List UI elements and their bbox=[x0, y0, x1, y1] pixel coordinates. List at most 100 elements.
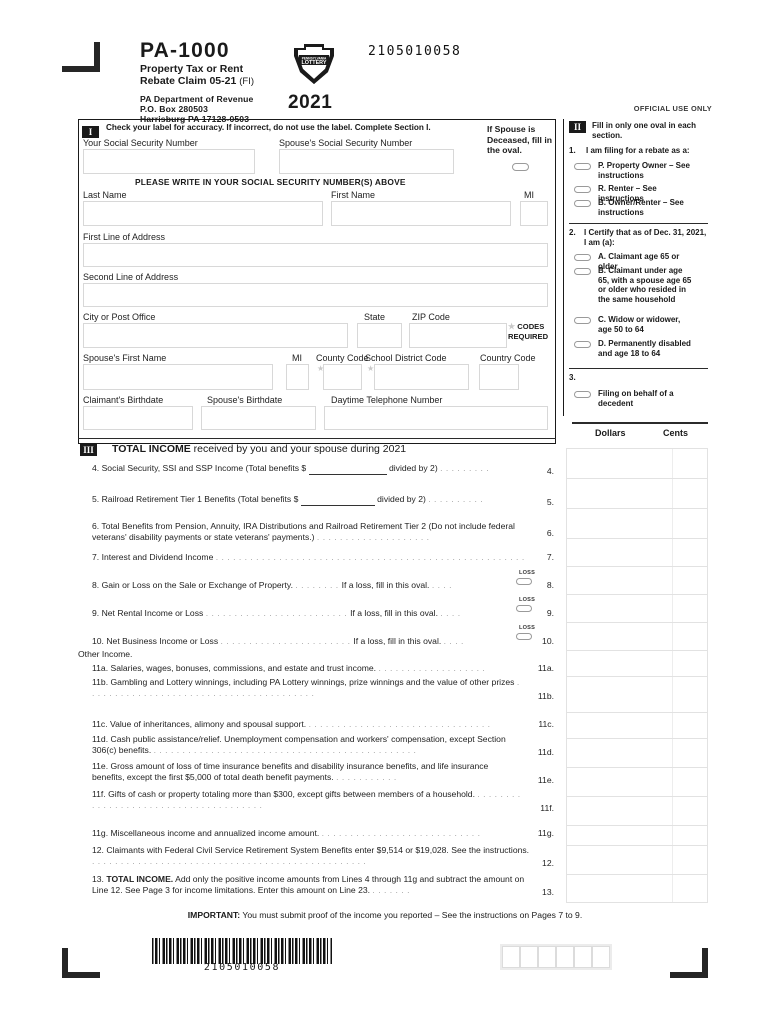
input-claimant-birthdate[interactable] bbox=[83, 406, 193, 430]
input-first-name[interactable] bbox=[331, 201, 511, 226]
oval-property-owner[interactable] bbox=[574, 162, 591, 170]
official-use-box[interactable] bbox=[574, 946, 592, 968]
input-spouse-ssn[interactable] bbox=[279, 149, 454, 174]
line-5-text2: divided by 2) bbox=[377, 494, 426, 504]
section-2-divider-1 bbox=[569, 223, 708, 225]
line-8-loss-label: LOSS bbox=[519, 570, 536, 576]
amount-box-line-7[interactable] bbox=[566, 538, 708, 566]
line-10-leader-a: . . . . . . . . . . . . . . . . . . . . … bbox=[220, 636, 354, 646]
line-11d-number: 11d. bbox=[92, 734, 109, 744]
column-header-cents: Cents bbox=[663, 428, 689, 438]
oval-age-65-or-older[interactable] bbox=[574, 253, 591, 261]
line-item-11e: 11e. Gross amount of loss of time insura… bbox=[92, 761, 522, 784]
amount-box-line-11c[interactable] bbox=[566, 712, 708, 738]
form-page: PA-1000 Property Tax or Rent Rebate Clai… bbox=[0, 0, 770, 1024]
line-item-11a: 11a. Salaries, wages, bonuses, commissio… bbox=[92, 663, 522, 674]
amount-box-line-13[interactable] bbox=[566, 874, 708, 903]
oval-under-65-with-spouse[interactable] bbox=[574, 267, 591, 275]
oval-renter[interactable] bbox=[574, 185, 591, 193]
spouse-deceased-oval[interactable] bbox=[511, 163, 529, 171]
line-4-blank-input[interactable] bbox=[308, 463, 387, 476]
input-zip[interactable] bbox=[409, 323, 507, 348]
line-11e-number: 11e. bbox=[92, 761, 109, 771]
section-1-tag: I bbox=[82, 126, 99, 138]
line-9-loss-label: LOSS bbox=[519, 597, 536, 603]
label-spouse-birthdate: Spouse's Birthdate bbox=[207, 395, 283, 405]
official-use-box[interactable] bbox=[592, 946, 610, 968]
oval-filing-for-decedent[interactable] bbox=[574, 390, 591, 398]
amount-box-line-11b[interactable] bbox=[566, 676, 708, 712]
input-city[interactable] bbox=[83, 323, 348, 348]
line-10-loss-label: LOSS bbox=[519, 625, 536, 631]
input-mi[interactable] bbox=[520, 201, 548, 226]
line-4-number: 4. bbox=[92, 463, 100, 473]
input-state[interactable] bbox=[357, 323, 402, 348]
line-11d-leader: . . . . . . . . . . . . . . . . . . . . … bbox=[153, 745, 417, 756]
section-1-taxpayer-info: I Check your label for accuracy. If inco… bbox=[78, 119, 556, 444]
line-item-8: 8. Gain or Loss on the Sale or Exchange … bbox=[92, 580, 522, 591]
line-11g-text: Miscellaneous income and annualized inco… bbox=[110, 828, 320, 838]
line-8-text: Gain or Loss on the Sale or Exchange of … bbox=[101, 580, 293, 590]
line-9-leader-b: . . . . bbox=[440, 608, 461, 618]
input-address-line-2[interactable] bbox=[83, 283, 548, 307]
line-13-right-number: 13. bbox=[542, 887, 554, 897]
line-11b-right-number: 11b. bbox=[537, 691, 554, 701]
line-12-number: 12. bbox=[92, 845, 104, 855]
line-5-text: Railroad Retirement Tier 1 Benefits (Tot… bbox=[101, 494, 299, 504]
input-county-code[interactable] bbox=[323, 364, 362, 390]
input-your-ssn[interactable] bbox=[83, 149, 255, 174]
line-11a-right-number: 11a. bbox=[537, 663, 554, 673]
label-spouse-first-name: Spouse's First Name bbox=[83, 353, 167, 363]
amount-box-line-10[interactable] bbox=[566, 622, 708, 650]
official-use-box[interactable] bbox=[556, 946, 574, 968]
amount-box-line-11d[interactable] bbox=[566, 738, 708, 767]
amount-box-line-11f[interactable] bbox=[566, 796, 708, 825]
amount-box-line-9[interactable] bbox=[566, 594, 708, 622]
section-2-tag: II bbox=[569, 121, 586, 133]
codes-required-line2: REQUIRED bbox=[508, 331, 549, 341]
column-header-dollars: Dollars bbox=[595, 428, 626, 438]
amount-box-line-5[interactable] bbox=[566, 478, 708, 508]
amount-box-line-11a[interactable] bbox=[566, 650, 708, 676]
input-spouse-first-name[interactable] bbox=[83, 364, 273, 390]
oval-permanently-disabled[interactable] bbox=[574, 340, 591, 348]
input-address-line-1[interactable] bbox=[83, 243, 548, 267]
line-11b-number: 11b. bbox=[92, 677, 109, 687]
svg-text:LOTTERY: LOTTERY bbox=[302, 60, 327, 66]
option-owner-renter-label: B. Owner/Renter – See instructions bbox=[598, 198, 684, 217]
label-county-code: County Code bbox=[316, 353, 369, 363]
section-1-header: I Check your label for accuracy. If inco… bbox=[82, 122, 552, 138]
label-spouse-mi: MI bbox=[292, 353, 302, 363]
line-item-11d: 11d. Cash public assistance/relief. Unem… bbox=[92, 734, 522, 757]
section-3-top-rule bbox=[78, 438, 556, 440]
line-11c-leader: . . . . . . . . . . . . . . . . . . . . … bbox=[308, 719, 491, 729]
amount-box-line-6[interactable] bbox=[566, 508, 708, 538]
input-spouse-birthdate[interactable] bbox=[201, 406, 316, 430]
line-7-number: 7. bbox=[92, 552, 100, 562]
line-item-12: 12. Claimants with Federal Civil Service… bbox=[92, 845, 532, 868]
official-use-boxes[interactable] bbox=[500, 944, 612, 970]
input-spouse-mi[interactable] bbox=[286, 364, 309, 390]
amount-box-line-11g[interactable] bbox=[566, 825, 708, 845]
official-use-box[interactable] bbox=[502, 946, 520, 968]
label-zip: ZIP Code bbox=[412, 312, 450, 322]
line-12-text: Claimants with Federal Civil Service Ret… bbox=[106, 845, 530, 855]
input-daytime-phone[interactable] bbox=[324, 406, 548, 430]
oval-owner-renter[interactable] bbox=[574, 199, 591, 207]
line-item-7: 7. Interest and Dividend Income . . . . … bbox=[92, 552, 532, 563]
amount-box-line-4[interactable] bbox=[566, 448, 708, 478]
input-last-name[interactable] bbox=[83, 201, 323, 226]
amount-box-line-8[interactable] bbox=[566, 566, 708, 594]
input-country-code[interactable] bbox=[479, 364, 519, 390]
label-daytime-phone: Daytime Telephone Number bbox=[331, 395, 443, 405]
official-use-box[interactable] bbox=[538, 946, 556, 968]
line-5-blank-input[interactable] bbox=[300, 494, 375, 507]
amount-box-line-11e[interactable] bbox=[566, 767, 708, 796]
input-school-district-code[interactable] bbox=[374, 364, 469, 390]
amount-box-line-12[interactable] bbox=[566, 845, 708, 874]
oval-widow-widower[interactable] bbox=[574, 316, 591, 324]
official-use-box[interactable] bbox=[520, 946, 538, 968]
line-11g-leader: . . . . . . . . . . . . . . . . . . . . … bbox=[321, 828, 481, 838]
line-9-text2: If a loss, fill in this oval. bbox=[350, 608, 438, 618]
label-country-code: Country Code bbox=[480, 353, 536, 363]
